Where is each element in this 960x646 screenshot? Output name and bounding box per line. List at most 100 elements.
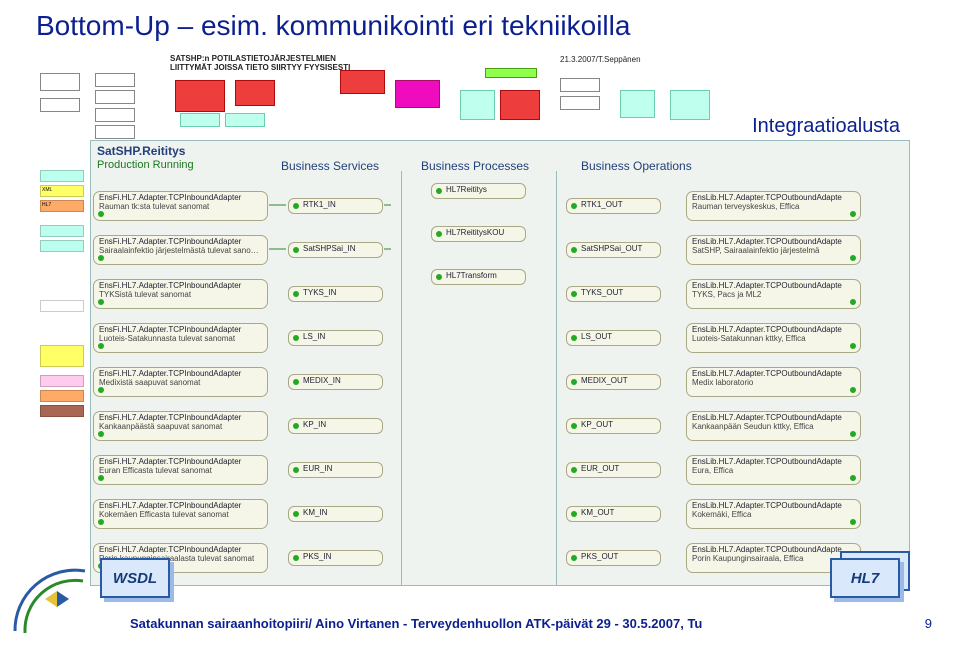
- adapter-desc: TYKSistä tulevat sanomat: [99, 291, 262, 300]
- node-label: PKS_IN: [303, 552, 331, 561]
- node-label: EUR_OUT: [581, 464, 619, 473]
- adapter-type: EnsFi.HL7.Adapter.TCPInboundAdapter: [99, 238, 262, 247]
- outbound-adapter[interactable]: EnsLib.HL7.Adapter.TCPOutboundAdapteMedi…: [686, 367, 861, 397]
- inbound-adapter[interactable]: EnsFi.HL7.Adapter.TCPInboundAdapterEuran…: [93, 455, 268, 485]
- node-label: LS_IN: [303, 332, 325, 341]
- adapter-desc: Euran Efficasta tulevat sanomat: [99, 467, 262, 476]
- outbound-adapter[interactable]: EnsLib.HL7.Adapter.TCPOutboundAdapteKoke…: [686, 499, 861, 529]
- kumppanuus-logo: [5, 551, 95, 641]
- in-node[interactable]: LS_IN: [288, 330, 383, 346]
- adapter-type: EnsFi.HL7.Adapter.TCPInboundAdapter: [99, 370, 262, 379]
- status-dot: [98, 211, 104, 217]
- node-label: HL7Transform: [446, 271, 497, 280]
- adapter-desc: TYKS, Pacs ja ML2: [692, 291, 855, 300]
- node-label: HL7Reititys: [446, 185, 487, 194]
- status-dot: [850, 475, 856, 481]
- status-dot: [98, 343, 104, 349]
- adapter-type: EnsLib.HL7.Adapter.TCPOutboundAdapte: [692, 194, 855, 203]
- adapter-type: EnsLib.HL7.Adapter.TCPOutboundAdapte: [692, 414, 855, 423]
- inbound-adapter[interactable]: EnsFi.HL7.Adapter.TCPInboundAdapterSaira…: [93, 235, 268, 265]
- adapter-type: EnsFi.HL7.Adapter.TCPInboundAdapter: [99, 194, 262, 203]
- adapter-desc: Rauman terveyskeskus, Effica: [692, 203, 855, 212]
- col-operations: Business Operations: [581, 159, 692, 173]
- adapter-type: EnsFi.HL7.Adapter.TCPInboundAdapter: [99, 546, 262, 555]
- process-node[interactable]: HL7ReititysKOU: [431, 226, 526, 242]
- inbound-adapter[interactable]: EnsFi.HL7.Adapter.TCPInboundAdapterKokem…: [93, 499, 268, 529]
- left-strip: [40, 170, 84, 182]
- diagram-date: 21.3.2007/T.Seppänen: [560, 55, 641, 64]
- adapter-type: EnsFi.HL7.Adapter.TCPInboundAdapter: [99, 414, 262, 423]
- status-dot: [850, 255, 856, 261]
- process-node[interactable]: HL7Transform: [431, 269, 526, 285]
- in-node[interactable]: TYKS_IN: [288, 286, 383, 302]
- in-node[interactable]: SatSHPSai_IN: [288, 242, 383, 258]
- in-node[interactable]: KM_IN: [288, 506, 383, 522]
- adapter-type: EnsFi.HL7.Adapter.TCPInboundAdapter: [99, 502, 262, 511]
- node-label: MEDIX_OUT: [581, 376, 628, 385]
- outbound-adapter[interactable]: EnsLib.HL7.Adapter.TCPOutboundAdapteLuot…: [686, 323, 861, 353]
- left-strip: [40, 390, 84, 402]
- status-dot: [98, 431, 104, 437]
- adapter-type: EnsLib.HL7.Adapter.TCPOutboundAdapte: [692, 326, 855, 335]
- integration-panel: SatSHP.Reititys Production Running Busin…: [90, 140, 910, 586]
- adapter-type: EnsLib.HL7.Adapter.TCPOutboundAdapte: [692, 238, 855, 247]
- node-label: HL7ReititysKOU: [446, 228, 504, 237]
- out-node[interactable]: MEDIX_OUT: [566, 374, 661, 390]
- adapter-type: EnsLib.HL7.Adapter.TCPOutboundAdapte: [692, 282, 855, 291]
- out-node[interactable]: EUR_OUT: [566, 462, 661, 478]
- in-node[interactable]: KP_IN: [288, 418, 383, 434]
- node-label: RTK1_IN: [303, 200, 336, 209]
- outbound-adapter[interactable]: EnsLib.HL7.Adapter.TCPOutboundAdapteKank…: [686, 411, 861, 441]
- outbound-adapter[interactable]: EnsLib.HL7.Adapter.TCPOutboundAdapteTYKS…: [686, 279, 861, 309]
- adapter-desc: Medixistä saapuvat sanomat: [99, 379, 262, 388]
- out-node[interactable]: RTK1_OUT: [566, 198, 661, 214]
- in-node[interactable]: RTK1_IN: [288, 198, 383, 214]
- integration-platform-label: Integraatioalusta: [752, 115, 900, 138]
- status-dot: [98, 255, 104, 261]
- left-strip: [40, 345, 84, 367]
- out-node[interactable]: KP_OUT: [566, 418, 661, 434]
- out-node[interactable]: LS_OUT: [566, 330, 661, 346]
- node-label: TYKS_IN: [303, 288, 336, 297]
- page-number: 9: [925, 616, 932, 631]
- status-dot: [850, 431, 856, 437]
- node-label: MEDIX_IN: [303, 376, 341, 385]
- adapter-desc: Luoteis-Satakunnan kttky, Effica: [692, 335, 855, 344]
- in-node[interactable]: PKS_IN: [288, 550, 383, 566]
- node-label: EUR_IN: [303, 464, 332, 473]
- outbound-adapter[interactable]: EnsLib.HL7.Adapter.TCPOutboundAdapteEura…: [686, 455, 861, 485]
- node-label: SatSHPSai_OUT: [581, 244, 642, 253]
- adapter-type: EnsLib.HL7.Adapter.TCPOutboundAdapte: [692, 370, 855, 379]
- adapter-type: EnsFi.HL7.Adapter.TCPInboundAdapter: [99, 458, 262, 467]
- outbound-adapter[interactable]: EnsLib.HL7.Adapter.TCPOutboundAdapte Rau…: [686, 191, 861, 221]
- node-label: KP_IN: [303, 420, 326, 429]
- adapter-desc: Rauman tk:sta tulevat sanomat: [99, 203, 262, 212]
- node-label: SatSHPSai_IN: [303, 244, 355, 253]
- inbound-adapter[interactable]: EnsFi.HL7.Adapter.TCPInboundAdapterKanka…: [93, 411, 268, 441]
- out-node[interactable]: KM_OUT: [566, 506, 661, 522]
- status-dot: [850, 211, 856, 217]
- inbound-adapter[interactable]: EnsFi.HL7.Adapter.TCPInboundAdapter Raum…: [93, 191, 268, 221]
- col-processes: Business Processes: [421, 159, 529, 173]
- inbound-adapter[interactable]: EnsFi.HL7.Adapter.TCPInboundAdapterTYKSi…: [93, 279, 268, 309]
- status-dot: [850, 519, 856, 525]
- adapter-desc: Kokemäen Efficasta tulevat sanomat: [99, 511, 262, 520]
- process-node[interactable]: HL7Reititys: [431, 183, 526, 199]
- left-strip: [40, 405, 84, 417]
- out-node[interactable]: TYKS_OUT: [566, 286, 661, 302]
- out-node[interactable]: SatSHPSai_OUT: [566, 242, 661, 258]
- inbound-adapter[interactable]: EnsFi.HL7.Adapter.TCPInboundAdapterLuote…: [93, 323, 268, 353]
- node-label: PKS_OUT: [581, 552, 618, 561]
- node-label: LS_OUT: [581, 332, 612, 341]
- in-node[interactable]: MEDIX_IN: [288, 374, 383, 390]
- panel-status: Production Running: [97, 159, 194, 171]
- out-node[interactable]: PKS_OUT: [566, 550, 661, 566]
- outbound-adapter[interactable]: EnsLib.HL7.Adapter.TCPOutboundAdapteSatS…: [686, 235, 861, 265]
- inbound-adapter[interactable]: EnsFi.HL7.Adapter.TCPInboundAdapterMedix…: [93, 367, 268, 397]
- in-node[interactable]: EUR_IN: [288, 462, 383, 478]
- adapter-desc: Luoteis-Satakunnasta tulevat sanomat: [99, 335, 262, 344]
- adapter-type: EnsFi.HL7.Adapter.TCPInboundAdapter: [99, 326, 262, 335]
- left-strip: [40, 240, 84, 252]
- adapter-desc: SatSHP, Sairaalainfektio järjestelmä: [692, 247, 855, 256]
- wsdl-badge: WSDL: [100, 558, 170, 598]
